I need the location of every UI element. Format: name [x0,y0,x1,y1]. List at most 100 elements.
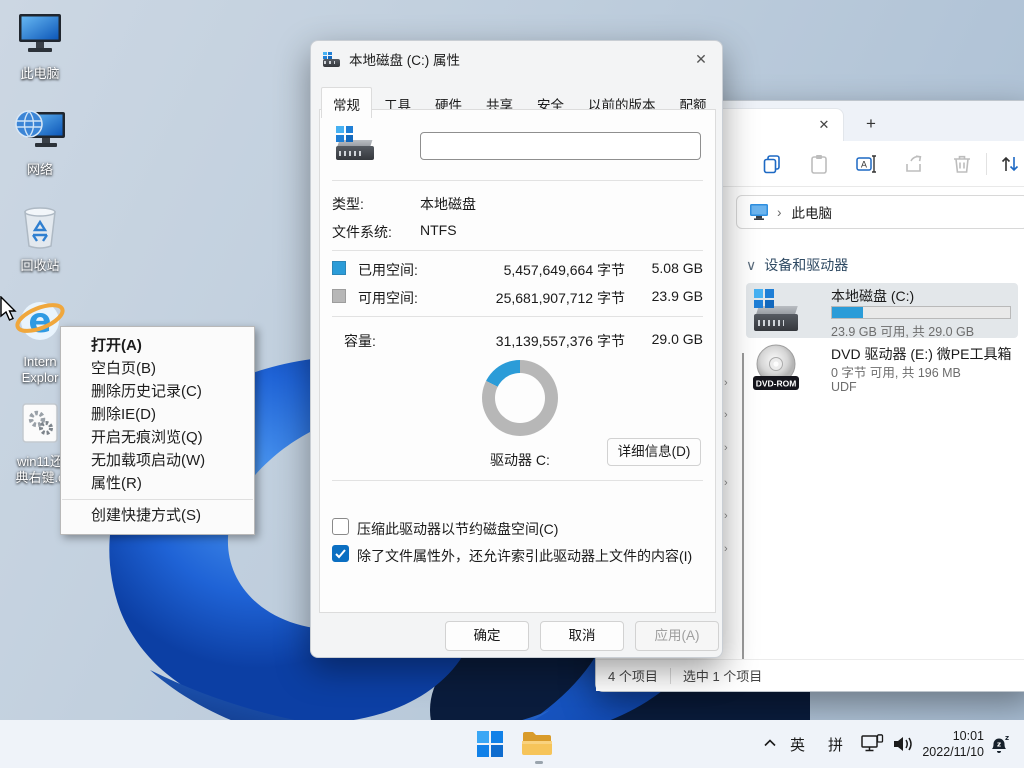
index-checkbox-label[interactable]: 除了文件属性外，还允许索引此驱动器上文件的内容(I) [357,546,692,566]
menu-item-delete-ie[interactable]: 删除IE(D) [61,403,254,426]
used-space-bytes: 5,457,649,664 字节 [455,260,625,280]
menu-item-properties[interactable]: 属性(R) [61,472,254,495]
general-tab-panel: 类型: 本地磁盘 文件系统: NTFS 已用空间: 5,457,649,664 … [319,109,716,613]
section-devices-and-drives[interactable]: ∨设备和驱动器 [746,255,848,275]
taskbar-clock[interactable]: 10:01 2022/11/10 [922,728,984,760]
tab-close-icon[interactable]: ✕ [815,116,833,134]
menu-item-open[interactable]: 打开(A) [61,334,254,357]
type-label: 类型: [332,194,364,214]
desktop-icon-label: 回收站 [0,258,80,274]
compress-checkbox-label[interactable]: 压缩此驱动器以节约磁盘空间(C) [357,519,558,539]
delete-icon[interactable] [951,153,973,175]
drive-usage-bar [831,306,1011,319]
disk-properties-dialog: 本地磁盘 (C:) 属性 ✕ 常规 工具 硬件 共享 安全 以前的版本 配额 类… [310,40,723,658]
drive-c-progress-fill [832,307,863,318]
desktop-icon-label: 网络 [0,162,80,178]
dialog-close-button[interactable]: ✕ [688,47,714,71]
used-space-label: 已用空间: [358,260,418,280]
share-icon[interactable] [903,153,925,175]
notification-bell-icon[interactable]: z z [988,733,1010,755]
tray-chevron-up-icon[interactable] [763,738,777,748]
clock-date: 2022/11/10 [922,744,984,760]
drive-item-dvd-e[interactable]: DVD-ROM DVD 驱动器 (E:) 微PE工具箱 0 字节 可用, 共 1… [746,341,1018,401]
ime-pinyin-button[interactable]: 拼 [828,734,843,755]
new-tab-button[interactable]: + [858,111,884,137]
dialog-drive-icon [323,52,340,67]
svg-text:z: z [1005,734,1009,742]
recycle-bin-icon [17,202,63,250]
network-tray-icon[interactable] [860,734,884,754]
drive-item-local-disk-c[interactable]: 本地磁盘 (C:) 23.9 GB 可用, 共 29.0 GB [746,283,1018,338]
drive-name: DVD 驱动器 (E:) 微PE工具箱 [831,344,1011,364]
cancel-button[interactable]: 取消 [540,621,624,651]
tree-chevron-icon: › [724,409,728,421]
tab-general[interactable]: 常规 [321,87,372,118]
free-space-label: 可用空间: [358,288,418,308]
desktop-icon-label: 此电脑 [0,66,80,82]
clock-time: 10:01 [922,728,984,744]
file-explorer-taskbar-button[interactable] [521,729,553,759]
breadcrumb[interactable]: 此电脑 [792,202,833,222]
capacity-bytes: 31,139,557,376 字节 [455,331,625,351]
capacity-gb: 29.0 GB [631,331,703,347]
filesystem-label: 文件系统: [332,222,392,242]
dialog-title: 本地磁盘 (C:) 属性 [349,49,460,69]
cmd-script-icon [17,400,63,446]
desktop-icon-network[interactable]: 网络 [0,106,80,178]
menu-item-blank-page[interactable]: 空白页(B) [61,357,254,380]
tree-chevron-icon: › [724,510,728,522]
dvd-disc-icon: DVD-ROM [752,343,800,395]
apply-button[interactable]: 应用(A) [635,621,719,651]
menu-item-create-shortcut[interactable]: 创建快捷方式(S) [61,504,254,527]
volume-label-input[interactable] [420,132,701,160]
capacity-donut [482,360,558,436]
free-space-gb: 23.9 GB [631,288,703,304]
check-icon [333,546,348,561]
copy-icon[interactable] [761,153,783,175]
menu-separator [62,499,253,500]
menu-item-inprivate[interactable]: 开启无痕浏览(Q) [61,426,254,449]
type-value: 本地磁盘 [420,194,476,214]
tree-chevron-icon: › [724,477,728,489]
used-space-gb: 5.08 GB [631,260,703,276]
used-space-legend-swatch [332,261,346,275]
desktop: { "colors":{"accent":"#0b6fc2","used_blu… [0,0,1024,768]
details-button[interactable]: 详细信息(D) [607,438,701,466]
tree-chevron-icon: › [724,442,728,454]
start-button[interactable] [477,731,503,757]
hard-drive-icon [754,289,798,331]
desktop-icon-recycle-bin[interactable]: 回收站 [0,202,80,274]
compress-checkbox[interactable] [332,518,349,535]
drive-detail: 0 字节 可用, 共 196 MB [831,362,961,381]
ok-button[interactable]: 确定 [445,621,529,651]
desktop-icon-this-pc[interactable]: 此电脑 [0,10,80,82]
free-space-legend-swatch [332,289,346,303]
toolbar-divider [986,153,987,175]
capacity-label: 容量: [344,331,376,351]
drive-detail: 23.9 GB 可用, 共 29.0 GB [831,321,974,340]
mouse-cursor [0,296,22,322]
network-icon [13,106,67,154]
svg-text:A: A [861,161,868,171]
menu-item-no-addons[interactable]: 无加载项启动(W) [61,449,254,472]
chevron-down-icon: ∨ [746,257,756,273]
address-bar[interactable]: › 此电脑 [736,195,1024,229]
status-item-count: 4 个项目 [608,666,658,685]
volume-drive-icon [336,126,374,160]
status-selected-count: 选中 1 个项目 [683,666,762,685]
ime-language-button[interactable]: 英 [790,734,805,755]
tree-chevron-icon: › [724,543,728,555]
nav-pane-scrollbar[interactable] [742,353,744,659]
rename-icon[interactable]: A [855,153,877,175]
dialog-title-bar[interactable]: 本地磁盘 (C:) 属性 ✕ [311,41,722,77]
paste-icon[interactable] [808,153,830,175]
drive-name: 本地磁盘 (C:) [831,286,914,306]
volume-tray-icon[interactable] [892,734,914,754]
menu-item-delete-history[interactable]: 删除历史记录(C) [61,380,254,403]
taskbar: 英 拼 10:01 2022/11/10 z z [0,720,1024,768]
this-pc-icon [15,10,65,58]
index-checkbox[interactable] [332,545,349,562]
breadcrumb-chevron: › [777,205,782,220]
status-divider [670,668,671,684]
sort-icon[interactable] [999,153,1021,175]
